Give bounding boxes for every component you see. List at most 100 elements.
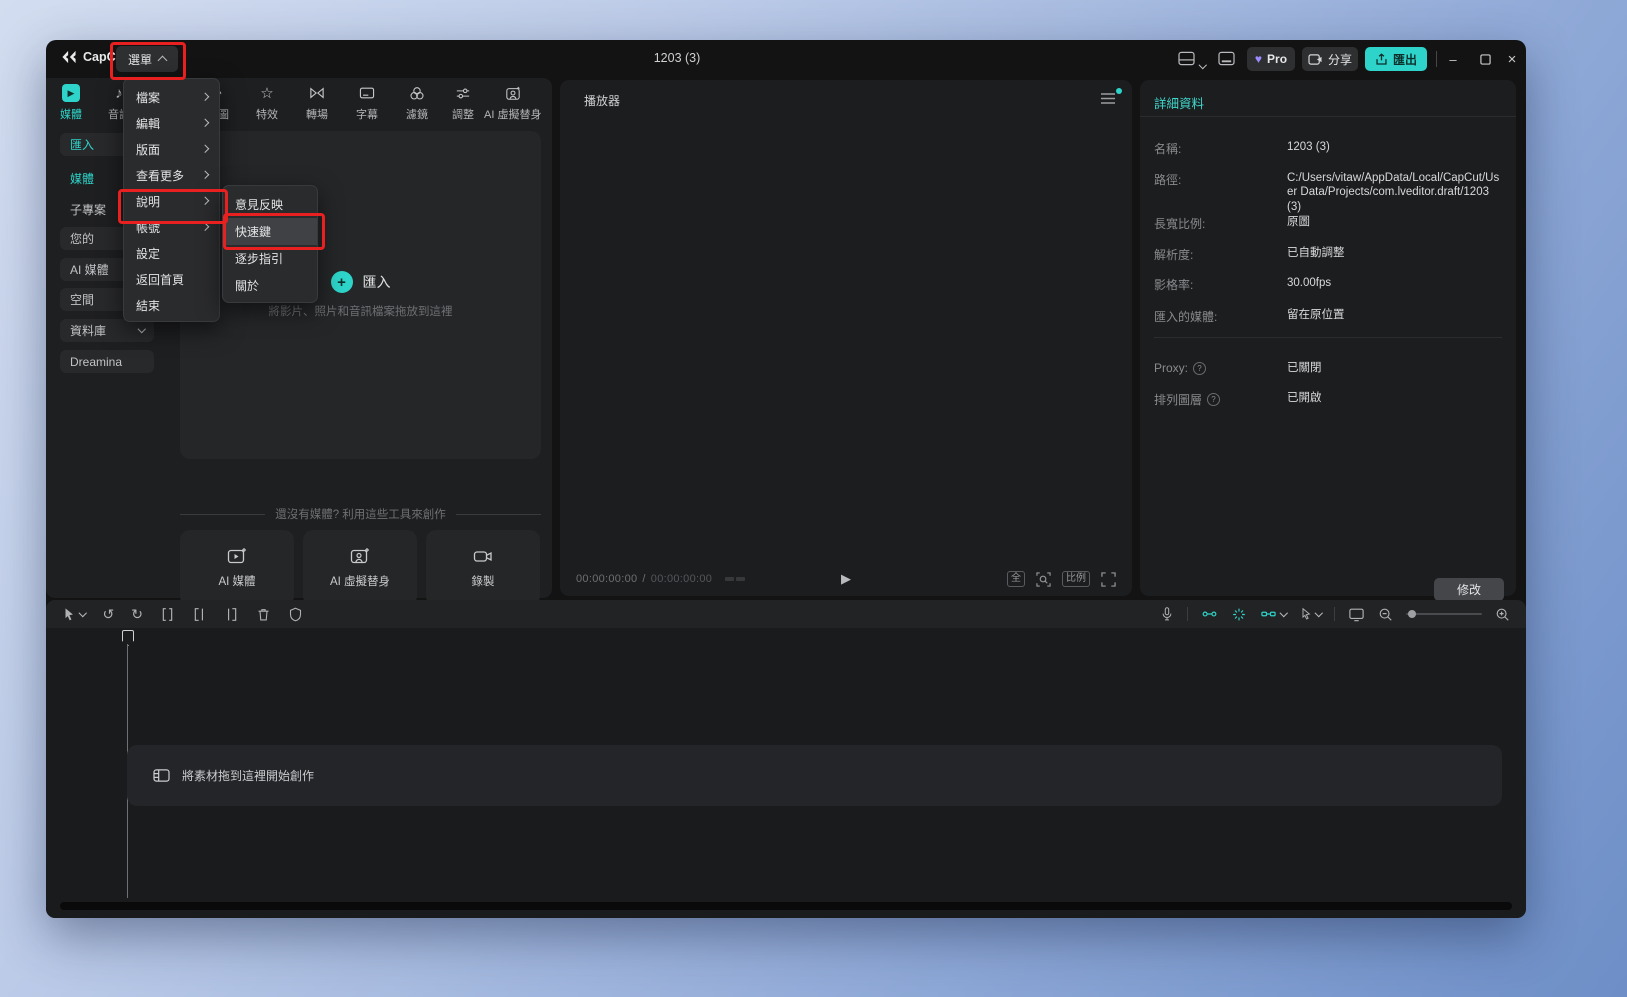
tab-label: 字幕 [356, 106, 378, 122]
tab-filters[interactable]: 濾鏡 [406, 84, 428, 122]
layout-mode-button[interactable] [1178, 51, 1195, 66]
auto-ripple-toggle[interactable] [1201, 607, 1218, 621]
menu-button-label: 選單 [128, 51, 152, 68]
submenu-item-label: 逐步指引 [235, 250, 283, 267]
detail-value-framerate: 30.00fps [1287, 276, 1503, 290]
zoom-out-icon[interactable] [1378, 607, 1393, 622]
pro-badge[interactable]: ♥ Pro [1247, 47, 1295, 71]
voiceover-mic-icon[interactable] [1160, 606, 1174, 622]
chevron-right-icon [200, 197, 208, 205]
preview-axis-toggle[interactable] [1231, 607, 1247, 622]
sidebar-item-label: 媒體 [70, 170, 94, 187]
share-button[interactable]: 分享 [1302, 47, 1358, 71]
details-title: 詳細資料 [1154, 93, 1204, 112]
submenu-item-guide[interactable]: 逐步指引 [223, 245, 317, 272]
tab-media[interactable]: ▶ 媒體 [60, 84, 82, 122]
share-label: 分享 [1328, 51, 1352, 68]
chevron-down-icon[interactable] [1200, 57, 1206, 75]
close-button[interactable]: × [1499, 46, 1525, 72]
panel-layout-button[interactable] [1218, 51, 1235, 66]
tool-card-label: 錄製 [472, 573, 495, 589]
ai-media-card[interactable]: AI 媒體 [180, 530, 294, 606]
tab-ai-avatar[interactable]: AI 虛擬替身 [484, 84, 541, 122]
trim-left-icon[interactable] [192, 607, 207, 622]
undo-icon[interactable]: ↺ [103, 607, 115, 621]
chevron-down-icon [79, 609, 87, 617]
playhead-handle[interactable] [122, 630, 134, 646]
drop-hint: 將影片、照片和音訊檔案拖放到這裡 [269, 303, 453, 319]
menu-item-layout[interactable]: 版面 [124, 136, 219, 162]
ratio-button[interactable]: 比例 [1062, 571, 1090, 587]
sidebar-item-library[interactable]: 資料庫 [60, 319, 154, 342]
menu-item-view-more[interactable]: 查看更多 [124, 162, 219, 188]
ai-avatar-card[interactable]: AI 虛擬替身 [303, 530, 417, 606]
chevron-down-icon [137, 325, 145, 333]
media-strip-icon [153, 768, 170, 783]
menu-item-label: 說明 [136, 193, 160, 210]
maximize-button[interactable] [1472, 46, 1498, 72]
toolbar-divider [1334, 607, 1335, 621]
menu-item-file[interactable]: 檔案 [124, 84, 219, 110]
ai-media-icon [227, 547, 247, 565]
menu-item-account[interactable]: 帳號 [124, 214, 219, 240]
sliders-icon [455, 84, 471, 102]
menu-item-label: 帳號 [136, 219, 160, 236]
chevron-right-icon [200, 223, 208, 231]
submenu-item-feedback[interactable]: 意見反映 [223, 191, 317, 218]
tab-effects[interactable]: ☆ 特效 [256, 84, 278, 122]
sidebar-item-dreamina[interactable]: Dreamina [60, 350, 154, 373]
timeline-scrollbar[interactable] [60, 902, 1512, 910]
menu-item-edit[interactable]: 編輯 [124, 110, 219, 136]
cursor-mode-button[interactable] [1300, 607, 1322, 621]
help-icon[interactable]: ? [1193, 362, 1206, 375]
submenu-item-about[interactable]: 關於 [223, 272, 317, 299]
snapping-toggle[interactable] [1260, 607, 1287, 621]
export-button[interactable]: 匯出 [1365, 47, 1427, 71]
tab-adjust[interactable]: 調整 [452, 84, 474, 122]
menu-item-help[interactable]: 說明 [124, 188, 219, 214]
sidebar-item-label: 資料庫 [70, 322, 106, 339]
record-card[interactable]: 錄製 [426, 530, 540, 606]
tab-label: 調整 [452, 106, 474, 122]
fullscreen-icon[interactable] [1101, 572, 1116, 587]
tab-label: 濾鏡 [406, 106, 428, 122]
help-icon[interactable]: ? [1207, 393, 1220, 406]
tab-label: 特效 [256, 106, 278, 122]
share-icon [1308, 53, 1323, 66]
timeline-toolbar: ↺ ↻ [46, 600, 1526, 628]
quality-button[interactable]: 全 [1007, 571, 1025, 587]
submenu-item-shortcuts[interactable]: 快速鍵 [223, 218, 317, 245]
preview-screen-icon[interactable] [1348, 607, 1365, 622]
modify-button[interactable]: 修改 [1434, 578, 1504, 601]
tab-captions[interactable]: 字幕 [356, 84, 378, 122]
redo-icon[interactable]: ↻ [131, 607, 143, 621]
timeline-zoom-slider[interactable] [1406, 613, 1482, 615]
timecode-current: 00:00:00:00 [576, 573, 637, 585]
caption-icon [359, 84, 375, 102]
trim-right-icon[interactable] [224, 607, 239, 622]
menu-item-label: 設定 [136, 245, 160, 262]
menu-button[interactable]: 選單 [116, 46, 178, 72]
split-icon[interactable] [160, 607, 175, 622]
menu-item-exit[interactable]: 結束 [124, 292, 219, 318]
select-tool-button[interactable] [62, 607, 86, 622]
delete-icon[interactable] [256, 607, 271, 622]
timecode-total: 00:00:00:00 [651, 573, 712, 585]
sidebar-item-label: 匯入 [70, 136, 94, 153]
zoom-preview-button[interactable] [1036, 572, 1051, 587]
mask-icon[interactable] [288, 607, 303, 622]
timeline-drop-zone[interactable]: 將素材拖到這裡開始創作 [127, 745, 1502, 806]
menu-item-settings[interactable]: 設定 [124, 240, 219, 266]
camera-icon [473, 547, 493, 565]
chevron-right-icon [200, 171, 208, 179]
tab-transitions[interactable]: 轉場 [306, 84, 328, 122]
detail-label-layering: 排列圖層 ? [1154, 391, 1220, 408]
slider-handle[interactable] [1408, 610, 1416, 618]
player-menu-button[interactable] [1100, 92, 1116, 105]
play-button[interactable]: ▶ [841, 571, 851, 587]
menu-item-back-home[interactable]: 返回首頁 [124, 266, 219, 292]
main-menu-dropdown: 檔案 編輯 版面 查看更多 說明 帳號 設定 返回首頁 結束 [123, 78, 220, 322]
menu-item-label: 檔案 [136, 89, 160, 106]
minimize-button[interactable]: – [1440, 46, 1466, 72]
zoom-in-icon[interactable] [1495, 607, 1510, 622]
